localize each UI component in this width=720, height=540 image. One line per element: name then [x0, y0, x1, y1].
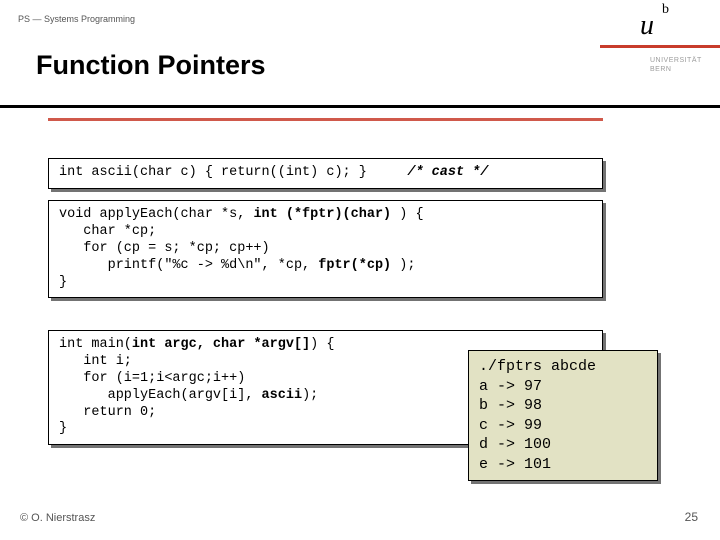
logo-u-letter: u	[640, 10, 654, 42]
logo-red-bar	[600, 45, 720, 48]
university-name: UNIVERSITÄTBERN	[650, 56, 702, 74]
logo-b-letter: b	[662, 2, 669, 18]
footer-page-number: 25	[685, 510, 698, 524]
code-box-ascii: int ascii(char c) { return((int) c); } /…	[48, 158, 603, 189]
code-box-applyeach: void applyEach(char *s, int (*fptr)(char…	[48, 200, 603, 298]
black-divider	[0, 105, 720, 108]
page-title: Function Pointers	[36, 50, 266, 81]
output-box: ./fptrs abcde a -> 97 b -> 98 c -> 99 d …	[468, 350, 658, 481]
red-divider	[48, 118, 603, 121]
course-label: PS — Systems Programming	[18, 14, 135, 24]
header: PS — Systems Programming Function Pointe…	[0, 0, 720, 105]
university-logo: u b UNIVERSITÄTBERN	[600, 0, 720, 105]
footer-copyright: © O. Nierstrasz	[20, 512, 95, 524]
